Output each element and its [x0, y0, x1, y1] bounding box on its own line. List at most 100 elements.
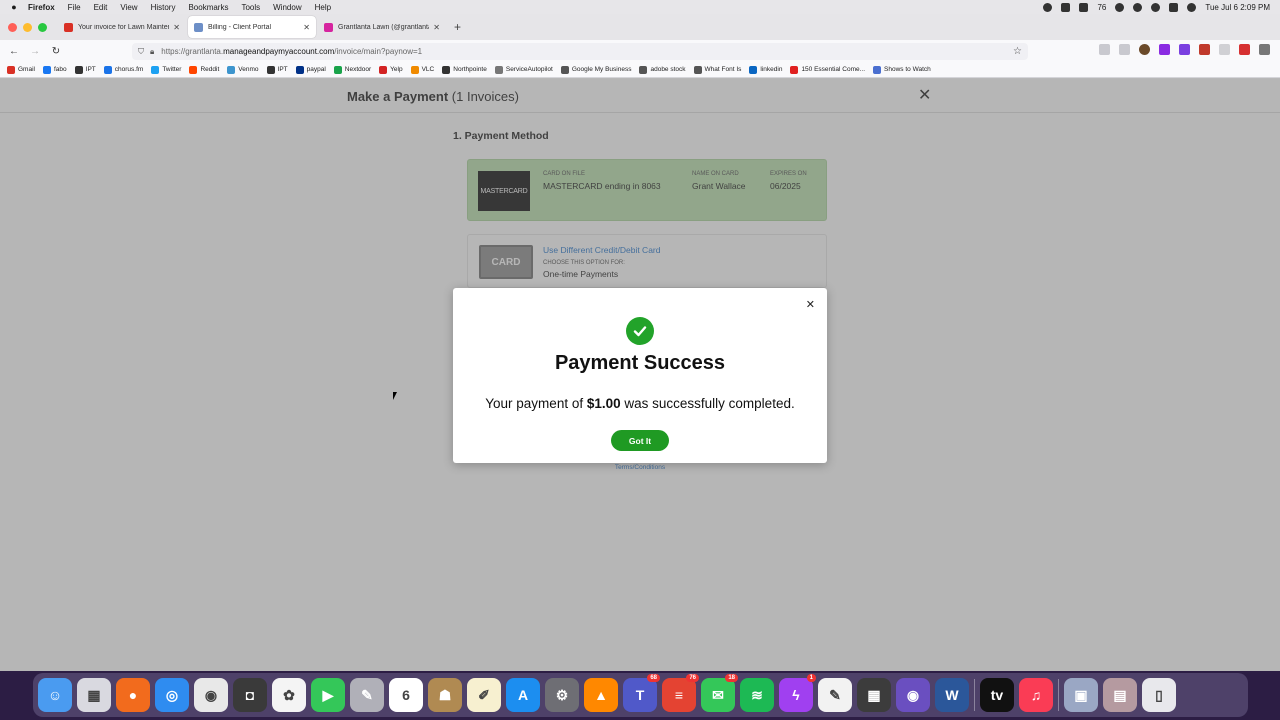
menu-firefox[interactable]: Firefox [28, 3, 55, 12]
lock-icon[interactable]: 🔒︎ [150, 47, 154, 57]
extension-icon[interactable] [1159, 44, 1170, 55]
search-icon[interactable] [1151, 2, 1161, 12]
screenshot-icon[interactable]: ◘ [233, 678, 267, 712]
menu-window[interactable]: Window [273, 3, 301, 12]
menu-history[interactable]: History [151, 3, 176, 12]
bookmark-item[interactable]: Gmail [7, 65, 35, 74]
facetime-icon[interactable]: ▶ [311, 678, 345, 712]
dock: ☺ ▦ ● ◎ ◉ ◘ ✿ ▶ ✎ 6 ☗ ✐ A ⚙ ▲ T 68 ≡ 76 ✉ 18 ≋ ϟ 1 ✎ ▦ ◉ Wtv ♫ ▣ ▤ ▯ [33, 673, 1248, 717]
reload-icon[interactable]: ↻ [49, 46, 63, 57]
address-bar[interactable]: ⛉ 🔒︎ https://grantlanta.manageandpaymyac… [132, 43, 1028, 60]
bookmark-item[interactable]: VLC [410, 65, 434, 74]
clock[interactable]: Tue Jul 6 2:09 PM [1205, 3, 1270, 12]
app-store-icon[interactable]: A [506, 678, 540, 712]
preview-icon[interactable]: ✎ [350, 678, 384, 712]
apple-icon[interactable]: ● [0, 2, 28, 12]
bookmark-item[interactable]: Twitter [151, 65, 181, 74]
menu-view[interactable]: View [120, 3, 137, 12]
calculator-icon[interactable]: ▦ [857, 678, 891, 712]
bookmark-item[interactable]: Yelp [379, 65, 403, 74]
safari-icon[interactable]: ◎ [155, 678, 189, 712]
launchpad-icon[interactable]: ▦ [77, 678, 111, 712]
close-tab-icon[interactable]: ✕ [173, 23, 180, 32]
status-count[interactable]: 76 [1097, 3, 1106, 12]
bookmark-item[interactable]: Google My Business [560, 65, 631, 74]
profile-icon[interactable] [1139, 44, 1150, 55]
firefox-icon[interactable]: ● [116, 678, 150, 712]
todoist-icon[interactable]: ≡ 76 [662, 674, 699, 712]
bookmark-item[interactable]: Nextdoor [333, 65, 371, 74]
menu-bookmarks[interactable]: Bookmarks [188, 3, 228, 12]
music-icon[interactable]: ♫ [1019, 678, 1053, 712]
menu-edit[interactable]: Edit [94, 3, 108, 12]
messages-icon[interactable]: ✉ 18 [701, 674, 738, 712]
bookmark-item[interactable]: Northpointe [442, 65, 487, 74]
vlc-icon[interactable]: ▲ [584, 678, 618, 712]
photos-icon[interactable]: ✿ [272, 678, 306, 712]
bookmark-item[interactable]: IPT [74, 65, 96, 74]
notes-icon[interactable]: ✐ [467, 678, 501, 712]
finder-icon[interactable]: ☺ [38, 678, 72, 712]
image-viewer-icon[interactable]: ▣ [1064, 678, 1098, 712]
spotify-icon[interactable]: ≋ [740, 678, 774, 712]
bookmark-item[interactable]: What Font Is [693, 65, 741, 74]
new-tab-icon[interactable]: + [454, 20, 461, 34]
bookmark-item[interactable]: 150 Essential Come... [790, 65, 865, 74]
apple-tv-icon[interactable]: tv [980, 678, 1014, 712]
siri-icon[interactable] [1187, 2, 1197, 12]
word-icon[interactable]: W [935, 678, 969, 712]
menu-icon[interactable] [1259, 44, 1270, 55]
forward-icon[interactable]: → [28, 46, 42, 57]
bookmark-item[interactable]: adobe stock [639, 65, 686, 74]
tab-billing[interactable]: Billing - Client Portal ✕ [188, 16, 316, 38]
bookmark-item[interactable]: Venmo [227, 65, 259, 74]
tab-gmail[interactable]: Your invoice for Lawn Maintenance ✕ [58, 16, 186, 38]
record-icon[interactable] [1043, 2, 1053, 12]
bookmark-item[interactable]: Shows to Watch [873, 65, 931, 74]
bookmark-item[interactable]: Reddit [189, 65, 219, 74]
shield-icon[interactable]: ⛉ [138, 47, 144, 57]
contacts-icon[interactable]: ☗ [428, 678, 462, 712]
extension-icon[interactable] [1179, 44, 1190, 55]
bookmark-star-icon[interactable]: ☆ [1013, 46, 1022, 57]
trash-icon[interactable]: ▯ [1142, 678, 1176, 712]
dropbox-icon[interactable] [1079, 2, 1089, 12]
notification-icon[interactable] [1061, 2, 1071, 12]
bookmark-item[interactable]: linkedin [749, 65, 782, 74]
extension-icon[interactable] [1199, 44, 1210, 55]
extension-icon[interactable] [1239, 44, 1250, 55]
extension-icon[interactable] [1219, 44, 1230, 55]
bookmark-item[interactable]: IPT [266, 65, 288, 74]
messenger-icon[interactable]: ϟ1 [779, 674, 816, 712]
menu-help[interactable]: Help [315, 3, 331, 12]
teams-icon[interactable]: T 68 [623, 674, 660, 712]
back-icon[interactable]: ← [7, 46, 21, 57]
close-window-icon[interactable] [8, 22, 17, 32]
bookmark-item[interactable]: chorus.fm [103, 65, 143, 74]
chrome-icon[interactable]: ◉ [194, 678, 228, 712]
wifi-icon[interactable] [1133, 2, 1143, 12]
maximize-window-icon[interactable] [38, 22, 47, 32]
play-icon[interactable] [1115, 2, 1125, 12]
menu-tools[interactable]: Tools [241, 3, 260, 12]
close-icon[interactable]: ✕ [806, 298, 815, 311]
alien-app-icon[interactable]: ◉ [896, 678, 930, 712]
pocket-icon[interactable] [1099, 44, 1110, 55]
bookmark-item[interactable]: paypal [295, 65, 326, 74]
url-text[interactable]: https://grantlanta.manageandpaymyaccount… [161, 47, 422, 56]
bookmark-item[interactable]: ServiceAutopilot [494, 65, 553, 74]
tab-instagram[interactable]: Grantlanta Lawn (@grantlantalawn) ✕ [318, 16, 446, 38]
downloads-stack-icon[interactable]: ▤ [1103, 678, 1137, 712]
download-icon[interactable] [1119, 44, 1130, 55]
minimize-window-icon[interactable] [23, 22, 32, 32]
textedit-icon[interactable]: ✎ [818, 678, 852, 712]
calendar-icon[interactable]: 6 [389, 678, 423, 712]
close-tab-icon[interactable]: ✕ [433, 23, 440, 32]
bookmark-label: IPT [277, 66, 288, 73]
got-it-button[interactable]: Got It [611, 430, 669, 451]
bookmark-item[interactable]: fabo [42, 65, 67, 74]
system-preferences-icon[interactable]: ⚙ [545, 678, 579, 712]
menu-file[interactable]: File [68, 3, 81, 12]
close-tab-icon[interactable]: ✕ [303, 23, 310, 32]
control-center-icon[interactable] [1169, 2, 1179, 12]
